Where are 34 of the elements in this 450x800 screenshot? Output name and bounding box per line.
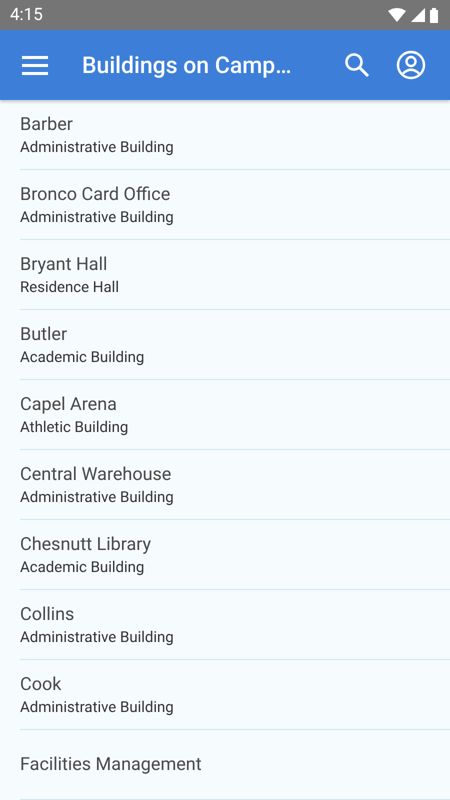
building-type: Administrative Building <box>20 136 175 156</box>
building-item[interactable]: Collins Administrative Building <box>20 590 450 660</box>
battery-icon <box>430 8 438 22</box>
building-type: Administrative Building <box>20 206 175 226</box>
building-type: Residence Hall <box>20 276 120 296</box>
building-item[interactable]: Central Warehouse Administrative Building <box>20 450 450 520</box>
building-name: Facilities Management <box>20 752 203 776</box>
building-name: Butler <box>20 322 68 346</box>
building-item[interactable]: Capel Arena Athletic Building <box>20 380 450 450</box>
building-item[interactable]: Facilities Management <box>20 730 450 800</box>
building-type: Academic Building <box>20 346 146 366</box>
building-name: Bronco Card Office <box>20 182 172 206</box>
building-type: Administrative Building <box>20 626 175 646</box>
building-item[interactable]: Chesnutt Library Academic Building <box>20 520 450 590</box>
building-item[interactable]: Butler Academic Building <box>20 310 450 380</box>
building-type: Administrative Building <box>20 486 175 506</box>
building-item[interactable]: Bryant Hall Residence Hall <box>20 240 450 310</box>
building-name: Barber <box>20 112 74 136</box>
building-item[interactable]: Barber Administrative Building <box>20 100 450 170</box>
building-item[interactable]: Cook Administrative Building <box>20 660 450 730</box>
building-name: Central Warehouse <box>20 462 172 486</box>
signal-icon <box>411 8 425 22</box>
building-name: Capel Arena <box>20 392 118 416</box>
building-name: Bryant Hall <box>20 252 108 276</box>
building-type: Academic Building <box>20 556 146 576</box>
building-name: Cook <box>20 672 62 696</box>
building-type: Athletic Building <box>20 416 130 436</box>
building-type: Administrative Building <box>20 696 175 716</box>
building-name: Collins <box>20 602 76 626</box>
building-item[interactable]: Bronco Card Office Administrative Building <box>20 170 450 240</box>
wifi-icon <box>388 8 406 22</box>
status-time: 4:15 <box>10 5 43 25</box>
building-name: Chesnutt Library <box>20 532 152 556</box>
app-title: Buildings on Camp… <box>82 52 292 78</box>
